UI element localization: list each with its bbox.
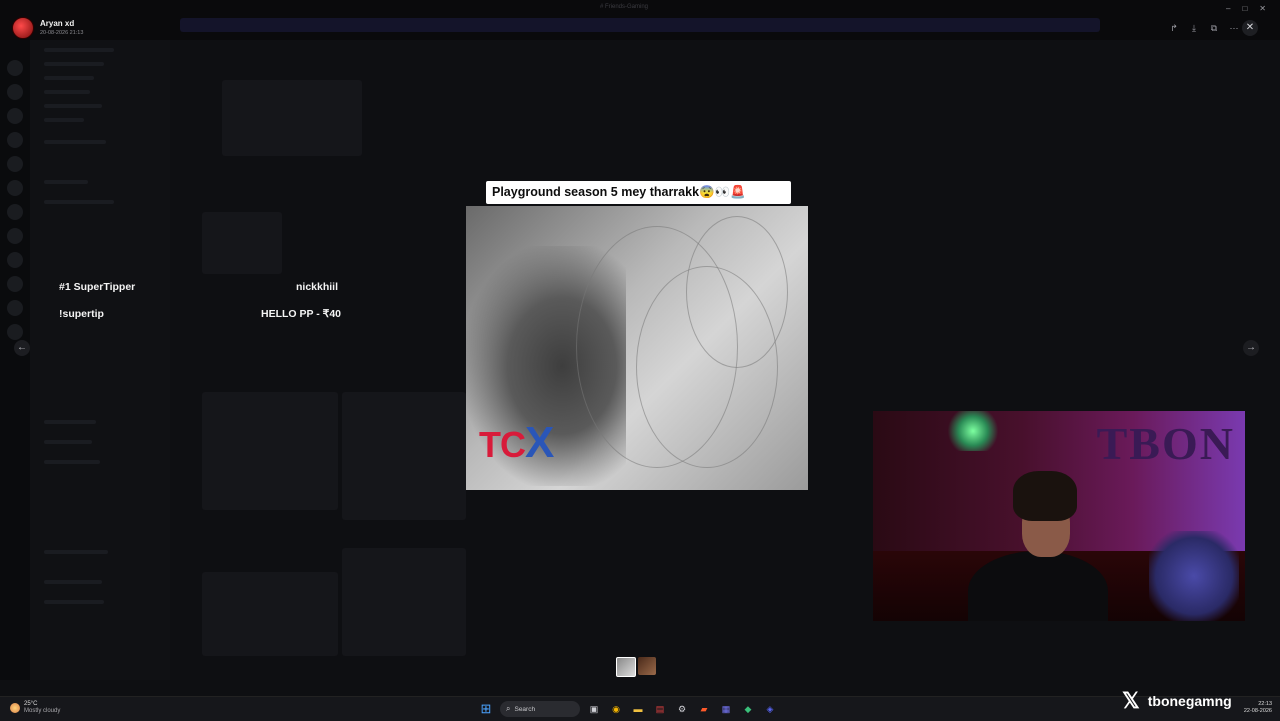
calendar-app-icon[interactable]: ▤: [652, 701, 668, 717]
bg-image: [202, 212, 282, 274]
more-icon[interactable]: ⋯: [1228, 22, 1240, 34]
download-icon[interactable]: ⤓: [1188, 22, 1200, 34]
streamer-webcam: TBON: [873, 411, 1245, 621]
weather-widget[interactable]: 25°C Mostly cloudy: [10, 701, 60, 715]
server-rail: [0, 40, 30, 680]
bg-image: [202, 572, 338, 656]
green-app-icon[interactable]: ◆: [740, 701, 756, 717]
task-view-icon[interactable]: ▣: [586, 701, 602, 717]
supertip-command: !supertip: [59, 308, 104, 320]
light-glow: [943, 411, 1003, 451]
channel-list: [30, 40, 170, 680]
x-logo-icon: 𝕏: [1122, 688, 1140, 713]
media-caption: Playground season 5 mey tharrakk😨👀🚨: [486, 181, 791, 204]
discord-icon[interactable]: ◈: [762, 701, 778, 717]
streamer: [968, 471, 1108, 621]
stream-handle: tbonegamng: [1147, 693, 1232, 709]
avatar[interactable]: [12, 17, 34, 39]
clock-date: 22-08-2026: [1243, 708, 1272, 714]
bg-image: [222, 80, 362, 156]
taskbar: 25°C Mostly cloudy ⊞ ⌕ Search ▣ ◉ ▬ ▤ ⚙ …: [0, 696, 1280, 721]
window-title: # Friends-Gaming: [600, 4, 649, 10]
supertipper-name: nickkhiil: [296, 281, 339, 293]
chevron-left-icon: ←: [17, 342, 27, 353]
neon-sign: TBON: [1096, 418, 1235, 469]
supertipper-label: #1 SuperTipper: [59, 281, 136, 293]
weather-icon: [10, 703, 20, 713]
taskbar-apps: ⊞ ⌕ Search ▣ ◉ ▬ ▤ ⚙ ▰ ▦ ◆ ◈: [478, 701, 778, 717]
minimize-icon[interactable]: –: [1226, 4, 1230, 13]
start-icon[interactable]: ⊞: [478, 701, 494, 717]
previous-image-button[interactable]: ←: [14, 340, 30, 356]
clock-time: 22:13: [1258, 701, 1272, 707]
poster-info[interactable]: Aryan xd 20-08-2026 21:13: [12, 17, 83, 39]
chevron-right-icon: →: [1246, 342, 1256, 353]
grid-app-icon[interactable]: ▦: [718, 701, 734, 717]
watermark-logo: TCX: [479, 418, 554, 467]
maximize-icon[interactable]: □: [1242, 4, 1247, 13]
last-tip: HELLO PP - ₹40: [261, 308, 342, 320]
post-date: 20-08-2026 21:13: [40, 30, 84, 36]
file-explorer-icon[interactable]: ▬: [630, 701, 646, 717]
window-controls: – □ ✕: [1226, 4, 1266, 13]
search-icon: ⌕: [506, 704, 511, 713]
chair: [1149, 531, 1239, 621]
open-external-icon[interactable]: ⧉: [1208, 22, 1220, 34]
bg-image: [342, 548, 466, 656]
tray-clock[interactable]: 22:13 22-08-2026: [1244, 701, 1272, 715]
taskbar-search[interactable]: ⌕ Search: [500, 701, 580, 717]
window-close-icon[interactable]: ✕: [1259, 4, 1266, 13]
obs-icon[interactable]: ▰: [696, 701, 712, 717]
close-viewer-button[interactable]: ✕: [1242, 20, 1258, 36]
weather-condition: Mostly cloudy: [24, 708, 61, 714]
thumbnail-2[interactable]: [638, 657, 656, 675]
temperature: 25°C: [24, 701, 38, 707]
poster-name[interactable]: Aryan xd: [40, 19, 83, 29]
bg-image: [202, 392, 338, 510]
settings-icon[interactable]: ⚙: [674, 701, 690, 717]
chrome-icon[interactable]: ◉: [608, 701, 624, 717]
search-label: Search: [514, 705, 536, 713]
streamer-hair: [1013, 471, 1077, 521]
share-icon[interactable]: ↱: [1168, 22, 1180, 34]
streamer-body: [968, 551, 1108, 621]
thumbnail-strip: [616, 657, 656, 677]
viewer-actions: ↱ ⤓ ⧉ ⋯: [1168, 22, 1240, 34]
close-icon: ✕: [1245, 22, 1255, 33]
announcement-banner: [180, 18, 1100, 32]
next-image-button[interactable]: →: [1243, 340, 1259, 356]
thumbnail-1[interactable]: [616, 657, 636, 677]
bg-image: [342, 392, 466, 520]
sheet-fold: [686, 216, 788, 368]
stream-brand: 𝕏 tbonegamng: [1122, 688, 1232, 714]
